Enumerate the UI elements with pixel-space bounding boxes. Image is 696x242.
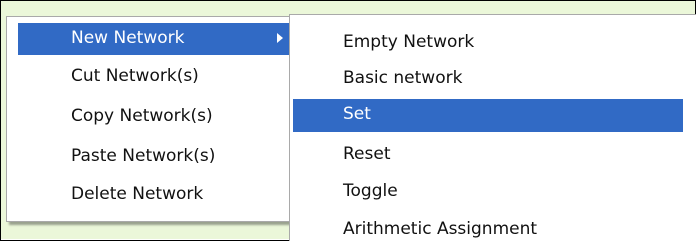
submenu-item-toggle[interactable]: Toggle — [293, 176, 693, 208]
submenu-item-label: Set — [343, 104, 371, 124]
submenu-item-label: Toggle — [343, 181, 398, 201]
submenu-item-arithmetic-assignment[interactable]: Arithmetic Assignment — [293, 214, 693, 242]
context-menu: New Network Cut Network(s) Copy Network(… — [6, 16, 295, 222]
submenu-item-label: Basic network — [343, 68, 463, 88]
menu-item-label: Paste Network(s) — [71, 146, 216, 166]
submenu-item-reset[interactable]: Reset — [293, 139, 693, 171]
submenu-item-label: Empty Network — [343, 32, 475, 52]
submenu: Empty Network Basic network Set Reset To… — [289, 14, 696, 241]
submenu-viewport: Empty Network Basic network Set Reset To… — [290, 15, 696, 242]
menu-item-label: Delete Network — [71, 184, 204, 204]
submenu-item-label: Reset — [343, 144, 391, 164]
submenu-item-set[interactable]: Set — [293, 99, 683, 132]
menu-item-paste-network[interactable]: Paste Network(s) — [18, 141, 289, 173]
menu-item-label: Copy Network(s) — [71, 106, 213, 126]
menu-item-delete-network[interactable]: Delete Network — [18, 179, 289, 211]
menu-item-cut-network[interactable]: Cut Network(s) — [18, 61, 289, 93]
submenu-item-label: Arithmetic Assignment — [343, 219, 538, 239]
menu-item-label: Cut Network(s) — [71, 66, 199, 86]
submenu-arrow-icon — [277, 33, 283, 43]
submenu-item-basic-network[interactable]: Basic network — [293, 63, 693, 95]
menu-item-copy-network[interactable]: Copy Network(s) — [18, 101, 289, 133]
menu-item-label: New Network — [71, 28, 185, 48]
submenu-item-empty-network[interactable]: Empty Network — [293, 27, 693, 59]
menu-item-new-network[interactable]: New Network — [18, 23, 289, 55]
